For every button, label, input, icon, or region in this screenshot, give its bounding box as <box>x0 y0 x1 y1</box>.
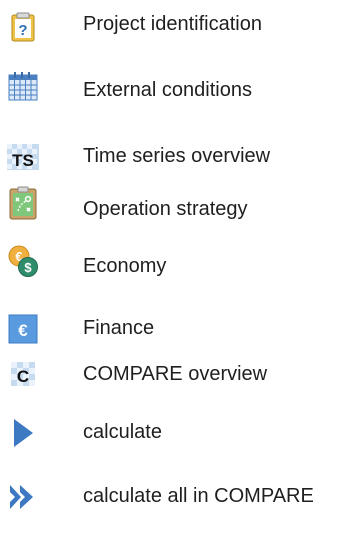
legend-label-project-identification: Project identification <box>83 13 262 35</box>
project-identification-icon: ? <box>6 10 40 44</box>
double-chevron-icon <box>6 480 40 514</box>
legend-label-time-series-overview: Time series overview <box>83 145 271 167</box>
legend-item-project-identification: ? Project identification <box>0 8 355 48</box>
legend-label-calculate-all-in-compare: calculate all in COMPARE <box>83 485 314 507</box>
legend-label-calculate: calculate <box>83 421 162 443</box>
legend-label-economy: Economy <box>83 255 167 277</box>
time-series-icon: TS <box>6 140 40 174</box>
legend-item-economy: € $ Economy <box>0 245 355 288</box>
legend-item-calculate: calculate <box>0 414 355 454</box>
play-icon <box>6 416 40 450</box>
legend-label-operation-strategy: Operation strategy <box>83 198 248 220</box>
compare-icon: C <box>6 357 40 391</box>
legend-item-time-series-overview: TS Time series overview <box>0 138 355 178</box>
calendar-icon <box>6 70 40 104</box>
legend-item-operation-strategy: Operation strategy <box>0 186 355 230</box>
operation-strategy-icon <box>6 186 40 220</box>
svg-text:$: $ <box>24 260 32 275</box>
svg-text:€: € <box>18 321 28 340</box>
economy-coins-icon: € $ <box>6 244 40 278</box>
legend-label-finance: Finance <box>83 317 155 339</box>
svg-text:TS: TS <box>12 151 34 170</box>
legend-label-compare-overview: COMPARE overview <box>83 363 268 385</box>
legend-item-compare-overview: C COMPARE overview <box>0 354 355 394</box>
legend-item-calculate-all-in-compare: calculate all in COMPARE <box>0 478 355 518</box>
legend-item-finance: € Finance <box>0 310 355 350</box>
svg-text:?: ? <box>18 22 27 39</box>
svg-text:C: C <box>17 367 29 386</box>
legend-item-external-conditions: External conditions <box>0 70 355 110</box>
legend-label-external-conditions: External conditions <box>83 79 252 101</box>
icon-legend: ? Project identification External condit… <box>0 0 355 547</box>
euro-icon: € <box>6 312 40 346</box>
